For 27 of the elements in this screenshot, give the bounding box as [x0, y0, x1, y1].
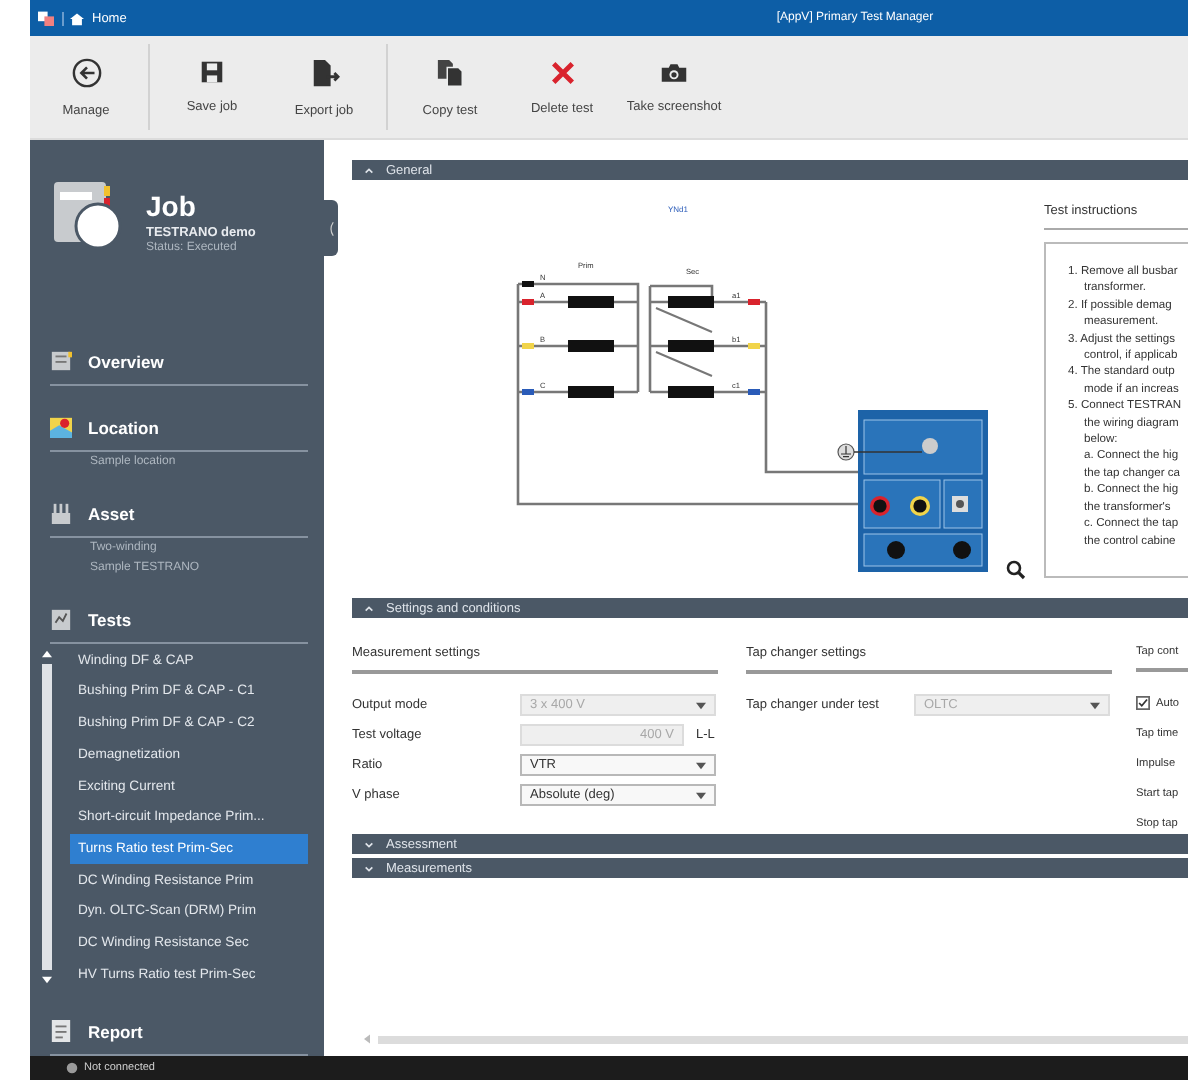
dropdown-arrow-icon — [696, 701, 706, 709]
dropdown-arrow-icon — [696, 791, 706, 799]
collapse-handle[interactable] — [324, 200, 338, 256]
job-title: Job — [146, 190, 198, 222]
sidebar-section[interactable]: Overview — [50, 338, 308, 387]
sidebar-section[interactable]: Asset — [50, 490, 308, 539]
export-icon — [309, 57, 339, 87]
delete-icon — [549, 59, 575, 85]
transformer-icon — [50, 502, 72, 525]
scroll-up-icon[interactable] — [41, 650, 51, 659]
app-icon — [38, 10, 54, 26]
copy-icon — [435, 57, 465, 87]
document-icon — [50, 350, 72, 373]
sidebar-section[interactable]: Location — [50, 404, 308, 453]
dropdown-arrow-icon — [696, 761, 706, 769]
zoom-icon[interactable] — [1006, 560, 1026, 580]
chevron-icon — [328, 219, 334, 237]
sidebar-section[interactable]: Tests — [50, 596, 308, 645]
scroll-down-icon[interactable] — [41, 976, 51, 984]
report-icon — [50, 1020, 72, 1042]
map-pin-icon — [50, 416, 72, 439]
connection-status-icon — [66, 1062, 78, 1074]
job-binder-icon — [50, 178, 122, 250]
dropdown-arrow-icon — [1090, 701, 1100, 709]
save-icon — [200, 60, 224, 84]
camera-icon — [660, 61, 688, 83]
home-icon — [70, 11, 84, 25]
